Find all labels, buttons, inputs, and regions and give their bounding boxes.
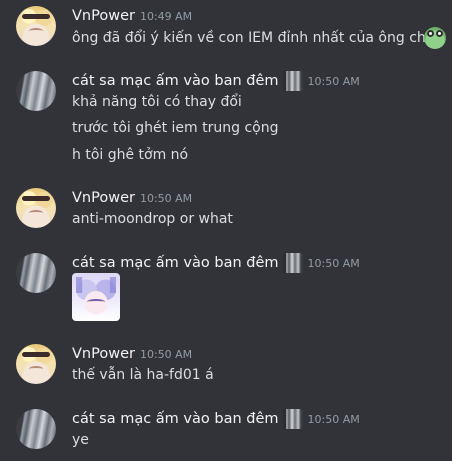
message-header: cát sa mạc ấm vào ban đêm 10:50 AM: [72, 253, 360, 273]
avatar[interactable]: [16, 188, 56, 228]
username[interactable]: VnPower: [72, 190, 135, 206]
username[interactable]: VnPower: [72, 8, 135, 24]
username[interactable]: VnPower: [72, 346, 135, 362]
role-icon: [282, 253, 303, 273]
frog-emoji-icon: [424, 27, 446, 49]
avatar[interactable]: [16, 253, 56, 293]
timestamp[interactable]: 10:50 AM: [308, 257, 360, 270]
username[interactable]: cát sa mạc ấm vào ban đêm: [72, 255, 279, 271]
avatar[interactable]: [16, 6, 56, 46]
message-header: VnPower 10:50 AM: [72, 188, 192, 208]
avatar[interactable]: [16, 409, 56, 449]
timestamp[interactable]: 10:50 AM: [308, 75, 360, 88]
message-header: cát sa mạc ấm vào ban đêm 10:50 AM: [72, 71, 360, 91]
message-text: ye: [72, 432, 89, 448]
timestamp[interactable]: 10:50 AM: [140, 192, 192, 205]
message-header: VnPower 10:50 AM: [72, 344, 192, 364]
chat-message-list: VnPower 10:49 AM ông đã đổi ý kiến về co…: [0, 0, 452, 461]
message-header: cát sa mạc ấm vào ban đêm 10:50 AM: [72, 409, 360, 429]
timestamp[interactable]: 10:49 AM: [140, 10, 192, 23]
role-icon: [282, 409, 303, 429]
message-text: h tôi ghê tởm nó: [72, 147, 189, 163]
username[interactable]: cát sa mạc ấm vào ban đêm: [72, 73, 279, 89]
message-text: trước tôi ghét iem trung cộng: [72, 120, 279, 136]
timestamp[interactable]: 10:50 AM: [140, 348, 192, 361]
avatar[interactable]: [16, 71, 56, 111]
message-header: VnPower 10:49 AM: [72, 6, 192, 26]
message-text: ông đã đổi ý kiến về con IEM đỉnh nhất c…: [72, 30, 444, 46]
avatar[interactable]: [16, 344, 56, 384]
timestamp[interactable]: 10:50 AM: [308, 413, 360, 426]
anime-girl-sticker[interactable]: [72, 273, 120, 321]
message-text: khả năng tôi có thay đổi: [72, 94, 242, 110]
username[interactable]: cát sa mạc ấm vào ban đêm: [72, 411, 279, 427]
message-text: anti-moondrop or what: [72, 211, 233, 227]
message-text: thế vẫn là ha-fd01 á: [72, 367, 214, 383]
role-icon: [282, 71, 303, 91]
